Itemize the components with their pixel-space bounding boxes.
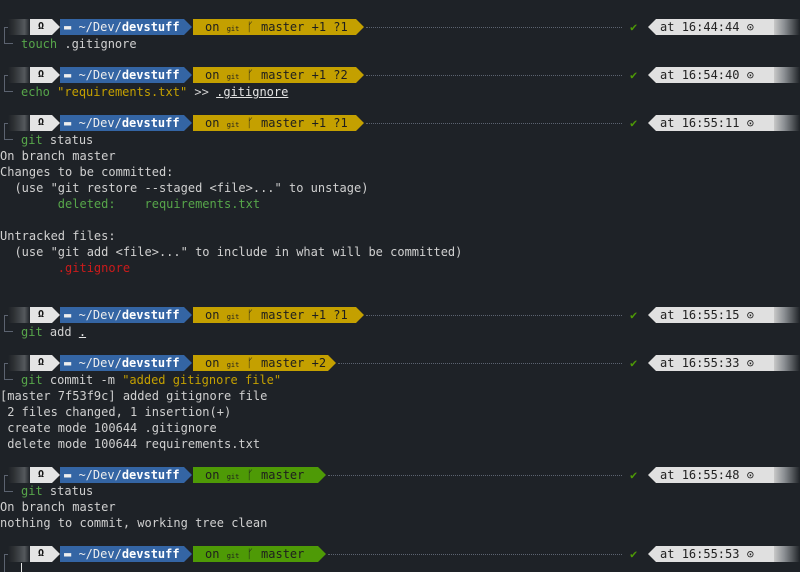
timestamp: at 16:55:33 ⊙ xyxy=(656,355,774,371)
git-segment: on git ᚴ master +1 ?1 xyxy=(193,19,356,35)
prompt-bar: Ω ▬ ~/Dev/devstuff on git ᚴ master +1 ?1… xyxy=(0,115,800,132)
prompt-bar: Ω ▬ ~/Dev/devstuff on git ᚴ master +1 ?1… xyxy=(0,307,800,324)
output-line-deleted: deleted: requirements.txt xyxy=(0,197,261,211)
git-icon: git xyxy=(226,121,240,129)
exit-status-ok-icon: ✔ xyxy=(630,20,638,34)
exit-status-ok-icon: ✔ xyxy=(630,468,638,482)
output-line: 2 files changed, 1 insertion(+) xyxy=(0,405,232,419)
git-icon: git xyxy=(226,361,240,369)
exit-status-ok-icon: ✔ xyxy=(630,308,638,322)
git-segment: on git ᚴ master xyxy=(193,467,318,483)
output-line: nothing to commit, working tree clean xyxy=(0,516,268,530)
timestamp: at 16:55:11 ⊙ xyxy=(656,115,774,131)
exit-status-ok-icon: ✔ xyxy=(630,356,638,370)
os-icon: Ω xyxy=(30,546,52,562)
folder-icon: ▬ xyxy=(64,547,79,561)
os-icon: Ω xyxy=(30,67,52,83)
folder-icon: ▬ xyxy=(64,116,79,130)
clock-icon: ⊙ xyxy=(746,308,754,322)
prompt-bar: Ω ▬ ~/Dev/devstuff on git ᚴ master +2 ✔ … xyxy=(0,355,800,372)
directory-segment: ▬ ~/Dev/devstuff xyxy=(60,467,184,483)
prompt-bar: Ω ▬ ~/Dev/devstuff on git ᚴ master ✔ at … xyxy=(0,546,800,563)
branch-icon: ᚴ xyxy=(246,20,254,34)
clock-icon: ⊙ xyxy=(746,468,754,482)
git-icon: git xyxy=(226,25,240,33)
git-segment: on git ᚴ master +2 xyxy=(193,355,328,371)
output-line-untracked: .gitignore xyxy=(0,261,131,275)
prompt-bar: Ω ▬ ~/Dev/devstuff on git ᚴ master +1 ?2… xyxy=(0,67,800,84)
directory-segment: ▬ ~/Dev/devstuff xyxy=(60,355,184,371)
output-line: Changes to be committed: xyxy=(0,165,174,179)
output-line: On branch master xyxy=(0,500,116,514)
output-line: (use "git add <file>..." to include in w… xyxy=(0,245,463,259)
exit-status-ok-icon: ✔ xyxy=(630,68,638,82)
os-icon: Ω xyxy=(30,467,52,483)
branch-icon: ᚴ xyxy=(246,68,254,82)
directory-segment: ▬ ~/Dev/devstuff xyxy=(60,19,184,35)
directory-segment: ▬ ~/Dev/devstuff xyxy=(60,67,184,83)
os-icon: Ω xyxy=(30,307,52,323)
git-icon: git xyxy=(226,313,240,321)
git-icon: git xyxy=(226,473,240,481)
timestamp: at 16:55:15 ⊙ xyxy=(656,307,774,323)
exit-status-ok-icon: ✔ xyxy=(630,547,638,561)
output-line: [master 7f53f9c] added gitignore file xyxy=(0,389,268,403)
clock-icon: ⊙ xyxy=(746,20,754,34)
os-icon: Ω xyxy=(30,115,52,131)
output-line: delete mode 100644 requirements.txt xyxy=(0,437,261,451)
directory-segment: ▬ ~/Dev/devstuff xyxy=(60,546,184,562)
timestamp: at 16:44:44 ⊙ xyxy=(656,19,774,35)
branch-icon: ᚴ xyxy=(246,116,254,130)
folder-icon: ▬ xyxy=(64,20,79,34)
command-line: git add . xyxy=(21,325,87,339)
git-segment: on git ᚴ master +1 ?1 xyxy=(193,307,356,323)
output-line: Untracked files: xyxy=(0,229,116,243)
terminal-window[interactable]: Ω ▬ ~/Dev/devstuff on git ᚴ master +1 ?1… xyxy=(0,0,800,572)
output-line: (use "git restore --staged <file>..." to… xyxy=(0,181,369,195)
command-line: git status xyxy=(21,133,94,147)
clock-icon: ⊙ xyxy=(746,68,754,82)
folder-icon: ▬ xyxy=(64,68,79,82)
command-line: touch .gitignore xyxy=(21,37,137,51)
git-icon: git xyxy=(226,552,240,560)
timestamp: at 16:55:48 ⊙ xyxy=(656,467,774,483)
timestamp: at 16:55:53 ⊙ xyxy=(656,546,774,562)
exit-status-ok-icon: ✔ xyxy=(630,116,638,130)
folder-icon: ▬ xyxy=(64,356,79,370)
folder-icon: ▬ xyxy=(64,468,79,482)
clock-icon: ⊙ xyxy=(746,356,754,370)
clock-icon: ⊙ xyxy=(746,116,754,130)
text-cursor[interactable] xyxy=(21,563,22,572)
folder-icon: ▬ xyxy=(64,308,79,322)
git-segment: on git ᚴ master +1 ?2 xyxy=(193,67,356,83)
os-icon: Ω xyxy=(30,355,52,371)
command-line: git commit -m "added gitignore file" xyxy=(21,373,282,387)
git-segment: on git ᚴ master xyxy=(193,546,318,562)
os-icon: Ω xyxy=(30,19,52,35)
git-segment: on git ᚴ master +1 ?1 xyxy=(193,115,356,131)
prompt-bar: Ω ▬ ~/Dev/devstuff on git ᚴ master ✔ at … xyxy=(0,467,800,484)
timestamp: at 16:54:40 ⊙ xyxy=(656,67,774,83)
prompt-bar: Ω ▬ ~/Dev/devstuff on git ᚴ master +1 ?1… xyxy=(0,19,800,36)
output-line: create mode 100644 .gitignore xyxy=(0,421,217,435)
branch-icon: ᚴ xyxy=(246,356,254,370)
output-line: On branch master xyxy=(0,149,116,163)
directory-segment: ▬ ~/Dev/devstuff xyxy=(60,115,184,131)
branch-icon: ᚴ xyxy=(246,468,254,482)
clock-icon: ⊙ xyxy=(746,547,754,561)
command-line: git status xyxy=(21,484,94,498)
git-icon: git xyxy=(226,73,240,81)
branch-icon: ᚴ xyxy=(246,308,254,322)
command-line: echo "requirements.txt" >> .gitignore xyxy=(21,85,289,99)
branch-icon: ᚴ xyxy=(246,547,254,561)
directory-segment: ▬ ~/Dev/devstuff xyxy=(60,307,184,323)
